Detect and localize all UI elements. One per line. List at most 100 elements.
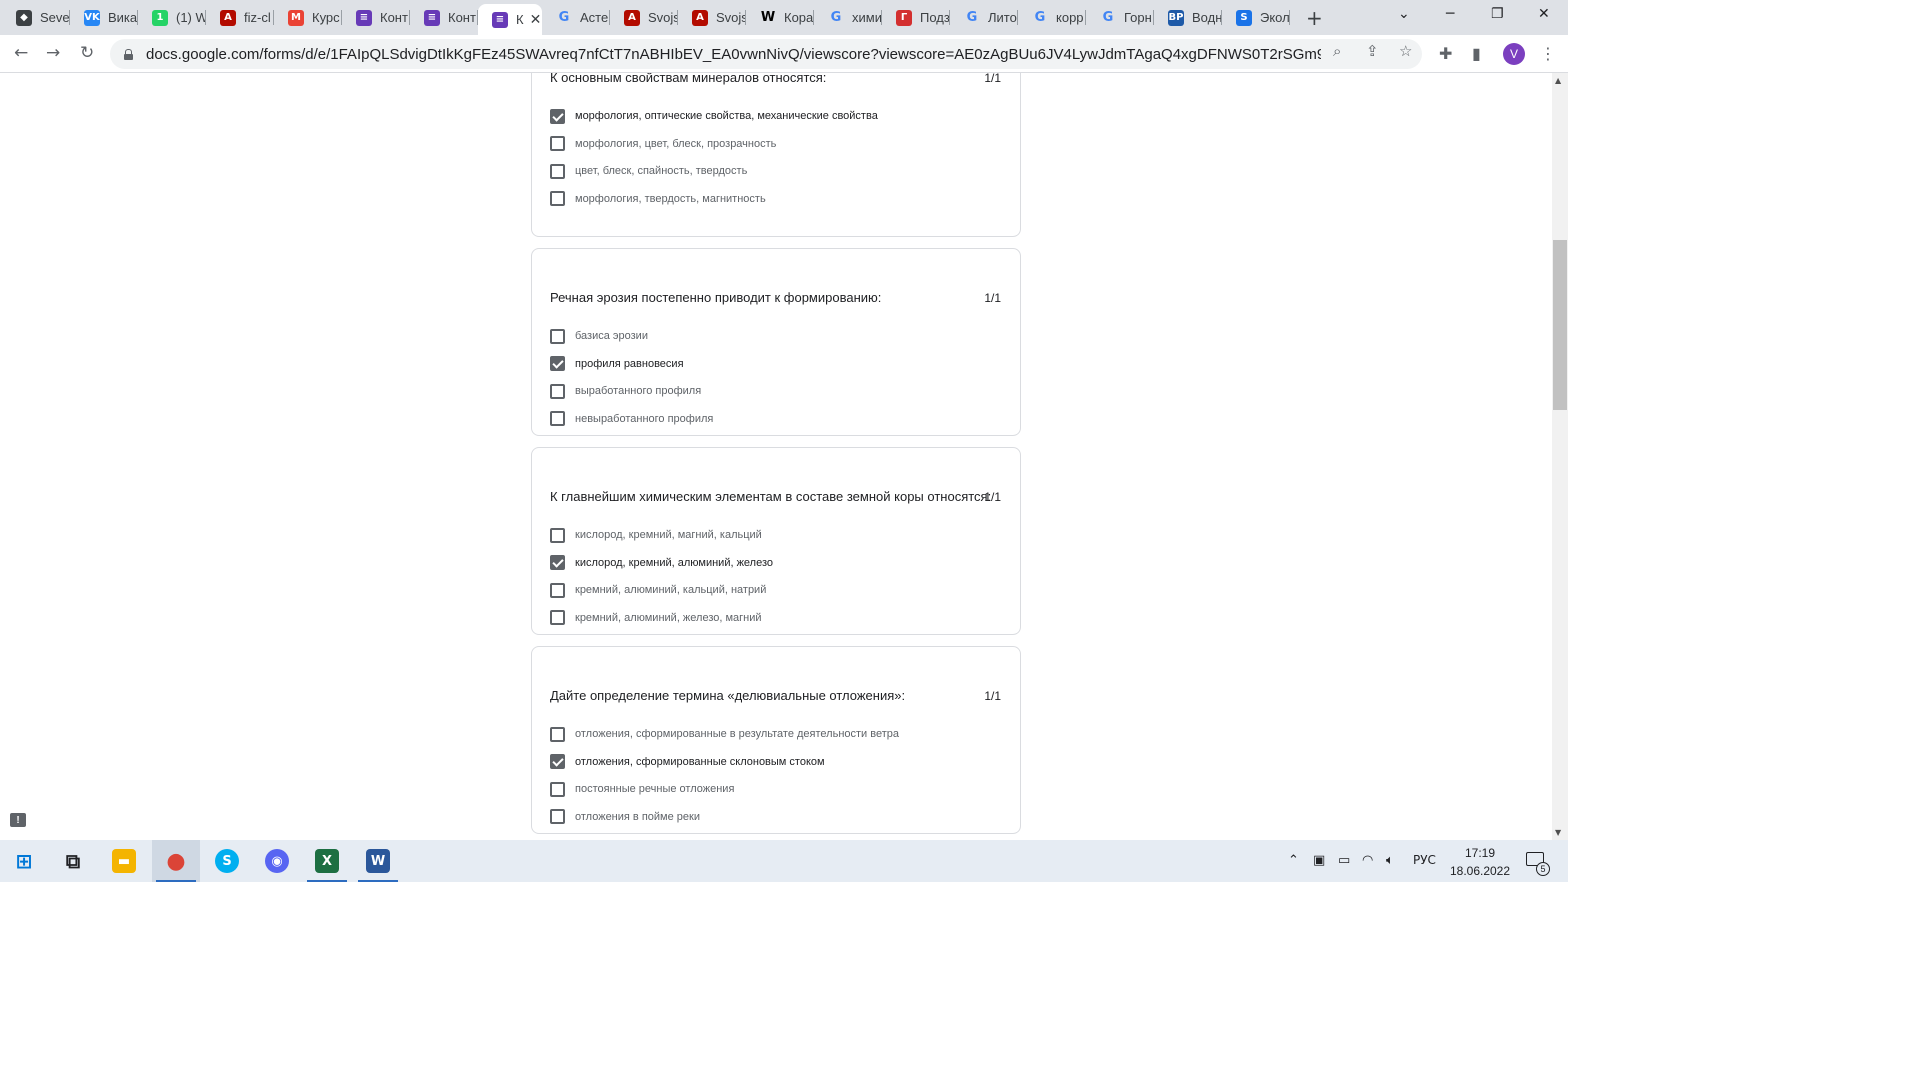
tab-search-chevron-icon[interactable]: ⌄ — [1398, 6, 1410, 22]
clock-time: 17:19 — [1464, 846, 1496, 860]
maximize-button[interactable]: ❐ — [1491, 6, 1504, 22]
tab-title: Конт — [448, 10, 476, 25]
google-forms-icon: ≡ — [424, 9, 440, 26]
browser-tab[interactable]: A Svojs — [678, 6, 746, 29]
back-arrow-icon[interactable]: ← — [14, 43, 28, 63]
minimize-button[interactable]: ─ — [1446, 6, 1454, 22]
scrollbar-track[interactable] — [1552, 73, 1568, 840]
question-score: 1/1 — [984, 291, 1001, 305]
unchecked-checkbox — [550, 411, 565, 427]
lock-icon[interactable] — [124, 48, 133, 60]
unchecked-checkbox — [550, 328, 565, 344]
answer-option: профиля равновесия — [550, 355, 684, 373]
browser-tab[interactable]: ВР Водн — [1154, 6, 1222, 29]
unchecked-checkbox — [550, 527, 565, 543]
chrome-menu-icon[interactable]: ⋮ — [1540, 44, 1556, 63]
tab-title: fiz-cl — [244, 10, 271, 25]
answer-option: морфология, оптические свойства, механич… — [550, 107, 878, 125]
zoom-icon[interactable]: ⌕ — [1333, 42, 1341, 60]
checked-checkbox — [550, 108, 565, 124]
browser-tab[interactable]: G Горн — [1086, 6, 1154, 29]
answer-option: морфология, цвет, блеск, прозрачность — [550, 135, 776, 153]
question-score: 1/1 — [984, 490, 1001, 504]
studfile-icon: S — [1236, 9, 1252, 26]
unchecked-checkbox — [550, 191, 565, 207]
unchecked-checkbox — [550, 610, 565, 626]
show-hidden-icons-chevron-icon[interactable]: ⌃ — [1288, 853, 1299, 868]
browser-tab[interactable]: Afiz-cl — [206, 6, 274, 29]
unchecked-checkbox — [550, 726, 565, 742]
close-window-button[interactable]: ✕ — [1538, 6, 1550, 22]
browser-tab[interactable]: ≡ Конт — [410, 6, 478, 29]
start-button[interactable]: ⊞ — [0, 840, 48, 882]
task-view-icon: ⧉ — [65, 849, 81, 873]
security-tray-icon[interactable]: ▣ — [1313, 853, 1325, 868]
answer-option-label: морфология, оптические свойства, механич… — [575, 110, 878, 122]
new-tab-button[interactable]: + — [1306, 6, 1323, 30]
browser-tab[interactable]: S Экол — [1222, 6, 1290, 29]
bookmark-star-icon[interactable]: ☆ — [1399, 42, 1412, 60]
browser-tab[interactable]: Gхими — [814, 6, 882, 29]
browser-tab[interactable]: G Лито — [950, 6, 1018, 29]
browser-tab[interactable]: ◆ Sever — [2, 6, 70, 29]
windows-taskbar: ⌃ ▣ ▭ ◠ 🔈︎ РУС 17:19 18.06.2022 5 ⊞ ⧉ ▬ ● S ◉… — [0, 840, 1568, 882]
extensions-puzzle-icon[interactable]: ✚ — [1439, 44, 1452, 63]
question-score: 1/1 — [984, 73, 1001, 85]
address-bar[interactable]: docs.google.com/forms/d/e/1FAIpQLSdvigDt… — [110, 39, 1422, 69]
unchecked-checkbox — [550, 163, 565, 179]
tab-title: хими — [852, 10, 882, 25]
answer-option: отложения, сформированные в результате д… — [550, 725, 899, 743]
answer-option: постоянные речные отложения — [550, 780, 734, 798]
forward-arrow-icon[interactable]: → — [46, 43, 60, 63]
tab-title: Svojs — [716, 10, 746, 25]
browser-tab[interactable]: 1 (1) W — [138, 6, 206, 29]
browser-tab[interactable]: ≡ Конт — [342, 6, 410, 29]
question-card: Речная эрозия постепенно приводит к форм… — [531, 248, 1021, 436]
answer-option-label: выработанного профиля — [575, 385, 702, 398]
close-tab-icon[interactable]: ✕ — [530, 12, 542, 28]
language-indicator[interactable]: РУС — [1413, 853, 1436, 867]
browser-toolbar: ← → ↻ docs.google.com/forms/d/e/1FAIpQLS… — [0, 35, 1568, 73]
profile-avatar[interactable]: V — [1503, 43, 1525, 65]
answer-option-label: кислород, кремний, алюминий, железо — [575, 556, 774, 569]
browser-tab[interactable]: ≡ К ✕ — [478, 4, 542, 35]
file-explorer-app[interactable]: ▬ — [100, 840, 148, 882]
browser-tab[interactable]: M Курс — [274, 6, 342, 29]
checked-checkbox — [550, 754, 565, 770]
answer-option-label: базиса эрозии — [575, 330, 648, 342]
chrome-app[interactable]: ● — [152, 840, 200, 882]
discord-app[interactable]: ◉ — [253, 840, 301, 882]
form-results-page: ! К основным свойствам минералов относят… — [0, 73, 1552, 840]
tab-title: Подз — [920, 10, 950, 25]
volume-icon[interactable]: 🔈︎ — [1386, 853, 1394, 868]
reload-icon[interactable]: ↻ — [80, 43, 94, 63]
battery-icon[interactable]: ▭ — [1338, 853, 1350, 868]
side-panel-icon[interactable]: ▮ — [1472, 44, 1481, 63]
browser-tab[interactable]: Г Подз — [882, 6, 950, 29]
scroll-down-arrow-icon[interactable]: ▼ — [1555, 828, 1561, 837]
google-icon: G — [1102, 10, 1114, 25]
wifi-icon[interactable]: ◠ — [1362, 853, 1373, 868]
share-icon[interactable]: ⇪ — [1366, 42, 1379, 60]
browser-tab[interactable]: Gкорр — [1018, 6, 1086, 29]
url-text[interactable]: docs.google.com/forms/d/e/1FAIpQLSdvigDt… — [146, 46, 1321, 63]
browser-tab[interactable]: G Асте — [542, 6, 610, 29]
skype-app[interactable]: S — [203, 840, 251, 882]
browser-tab[interactable]: VK Вика — [70, 6, 138, 29]
chrome-icon: ● — [166, 848, 186, 874]
answer-option-label: кремний, алюминий, кальций, натрий — [575, 584, 767, 597]
scroll-up-arrow-icon[interactable]: ▲ — [1555, 76, 1561, 85]
browser-tab[interactable]: A Svojs — [610, 6, 678, 29]
system-clock[interactable]: 17:19 18.06.2022 — [1440, 844, 1520, 880]
task-view-button[interactable]: ⧉ — [49, 840, 97, 882]
browser-tab[interactable]: W Кора — [746, 6, 814, 29]
scrollbar-thumb[interactable] — [1553, 240, 1567, 410]
word-icon: W — [366, 849, 390, 873]
report-feedback-icon[interactable]: ! — [10, 813, 26, 827]
answer-option-label: постоянные речные отложения — [575, 783, 735, 796]
excel-app[interactable]: X — [303, 840, 351, 882]
word-app[interactable]: W — [354, 840, 402, 882]
skype-icon: S — [215, 849, 239, 873]
tab-title: Svojs — [648, 10, 678, 25]
tab-title: Кора — [784, 10, 814, 25]
